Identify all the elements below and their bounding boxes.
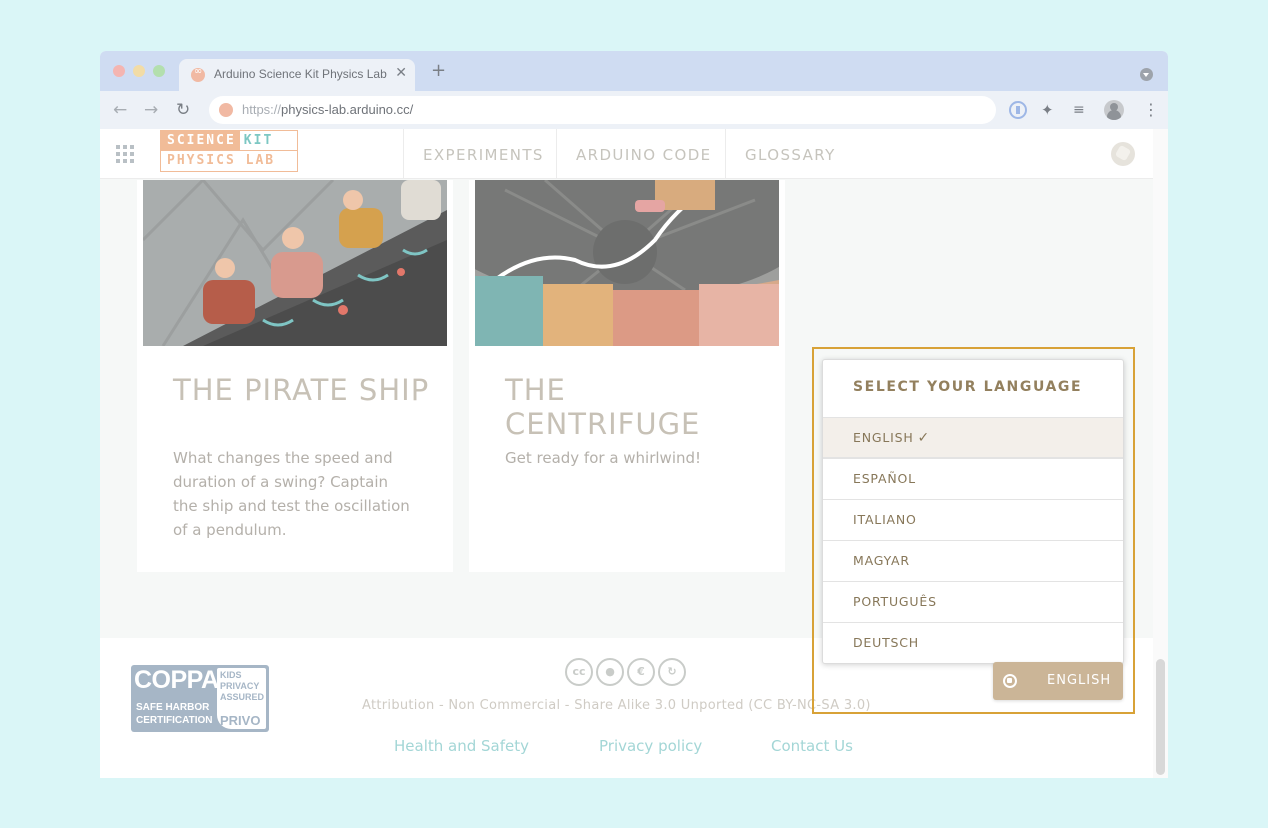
language-option-english[interactable]: ENGLISH ✓	[823, 417, 1123, 458]
close-window-button[interactable]	[113, 65, 125, 77]
pirate-ship-illustration	[143, 180, 447, 346]
nav-experiments[interactable]: EXPERIMENTS	[423, 146, 544, 164]
checkmark-icon: ✓	[917, 430, 931, 446]
new-tab-button[interactable]: +	[431, 62, 446, 80]
nav-divider	[725, 129, 726, 179]
arduino-favicon-icon	[191, 66, 205, 82]
page-scrollbar[interactable]	[1153, 129, 1168, 778]
coppa-certification-badge[interactable]: COPPA SAFE HARBOR CERTIFICATION KIDS PRI…	[131, 665, 269, 732]
logo-science-text: SCIENCE	[161, 131, 240, 151]
apps-grid-icon[interactable]	[116, 145, 134, 163]
tab-title: Arduino Science Kit Physics Lab	[214, 67, 387, 81]
language-selector-button[interactable]: ENGLISH	[993, 662, 1123, 700]
nc-icon: €	[627, 658, 655, 686]
puzzle-icon[interactable]: ✦	[1041, 101, 1059, 119]
page-viewport: THE PIRATE SHIP What changes the speed a…	[100, 129, 1168, 778]
license-text[interactable]: Attribution - Non Commercial - Share Ali…	[362, 698, 871, 713]
card-description: Get ready for a whirlwind!	[505, 449, 702, 467]
experiment-card[interactable]: THE CENTRIFUGE Get ready for a whirlwind…	[469, 180, 785, 572]
media-queue-icon[interactable]: ≡	[1073, 101, 1091, 119]
browser-tab-active[interactable]: Arduino Science Kit Physics Lab ✕	[179, 59, 415, 91]
reload-icon[interactable]: ↻	[176, 100, 190, 120]
current-language-label: ENGLISH	[1047, 673, 1112, 688]
language-dropdown-title: SELECT YOUR LANGUAGE	[853, 379, 1083, 395]
privacy-policy-link[interactable]: Privacy policy	[599, 737, 702, 755]
health-and-safety-link[interactable]: Health and Safety	[394, 737, 529, 755]
card-title[interactable]: THE CENTRIFUGE	[505, 373, 765, 441]
profile-avatar[interactable]	[1104, 100, 1124, 120]
tab-strip: Arduino Science Kit Physics Lab ✕ +	[100, 51, 1168, 91]
tab-search-icon[interactable]	[1140, 68, 1153, 81]
cc-icon: cc	[565, 658, 593, 686]
language-option-portugues[interactable]: PORTUGUÊS	[823, 581, 1123, 622]
url-scheme: https://	[242, 102, 282, 117]
minimize-window-button[interactable]	[133, 65, 145, 77]
close-tab-icon[interactable]: ✕	[395, 66, 407, 80]
url-host: physics-lab.arduino.cc/	[281, 102, 414, 117]
nav-divider	[556, 129, 557, 179]
experiment-card[interactable]: THE PIRATE SHIP What changes the speed a…	[137, 180, 453, 572]
site-header: SCIENCE KIT PHYSICS LAB EXPERIMENTS ARDUI…	[100, 129, 1153, 179]
nav-divider	[403, 129, 404, 179]
sa-icon: ↻	[658, 658, 686, 686]
user-avatar[interactable]	[1111, 142, 1135, 166]
coppa-title: COPPA	[134, 666, 219, 694]
privo-badge: KIDS PRIVACY ASSURED PRIVO	[217, 668, 266, 729]
browser-window: Arduino Science Kit Physics Lab ✕ + ← → …	[100, 51, 1168, 778]
site-info-icon[interactable]	[219, 103, 233, 117]
back-arrow-icon[interactable]: ←	[113, 100, 127, 120]
language-option-espanol[interactable]: ESPAÑOL	[823, 458, 1123, 499]
language-options: ENGLISH ✓ ESPAÑOL ITALIANO MAGYAR PORTUGU…	[823, 417, 1123, 663]
globe-icon	[1003, 674, 1017, 688]
more-menu-icon[interactable]: ⋮	[1143, 100, 1159, 120]
language-option-italiano[interactable]: ITALIANO	[823, 499, 1123, 540]
nav-arduino-code[interactable]: ARDUINO CODE	[576, 146, 712, 164]
language-option-magyar[interactable]: MAGYAR	[823, 540, 1123, 581]
contact-us-link[interactable]: Contact Us	[771, 737, 853, 755]
logo-kit-text: KIT	[243, 133, 274, 148]
language-dropdown: SELECT YOUR LANGUAGE ENGLISH ✓ ESPAÑOL IT…	[822, 359, 1124, 664]
scrollbar-thumb[interactable]	[1156, 659, 1165, 775]
card-title[interactable]: THE PIRATE SHIP	[173, 373, 433, 407]
centrifuge-illustration	[475, 180, 779, 346]
address-bar[interactable]: https://physics-lab.arduino.cc/	[209, 96, 996, 124]
1password-icon[interactable]	[1009, 101, 1027, 119]
card-description: What changes the speed and duration of a…	[173, 449, 410, 539]
maximize-window-button[interactable]	[153, 65, 165, 77]
forward-arrow-icon[interactable]: →	[144, 100, 158, 120]
language-option-deutsch[interactable]: DEUTSCH	[823, 622, 1123, 663]
site-logo[interactable]: SCIENCE KIT PHYSICS LAB	[160, 130, 298, 172]
by-icon: ●	[596, 658, 624, 686]
address-url: https://physics-lab.arduino.cc/	[242, 102, 413, 117]
browser-toolbar: ← → ↻ https://physics-lab.arduino.cc/ ✦ …	[100, 91, 1168, 129]
coppa-subtitle: SAFE HARBOR CERTIFICATION	[136, 702, 213, 726]
logo-physics-lab-text: PHYSICS LAB	[167, 153, 276, 168]
nav-glossary[interactable]: GLOSSARY	[745, 146, 836, 164]
